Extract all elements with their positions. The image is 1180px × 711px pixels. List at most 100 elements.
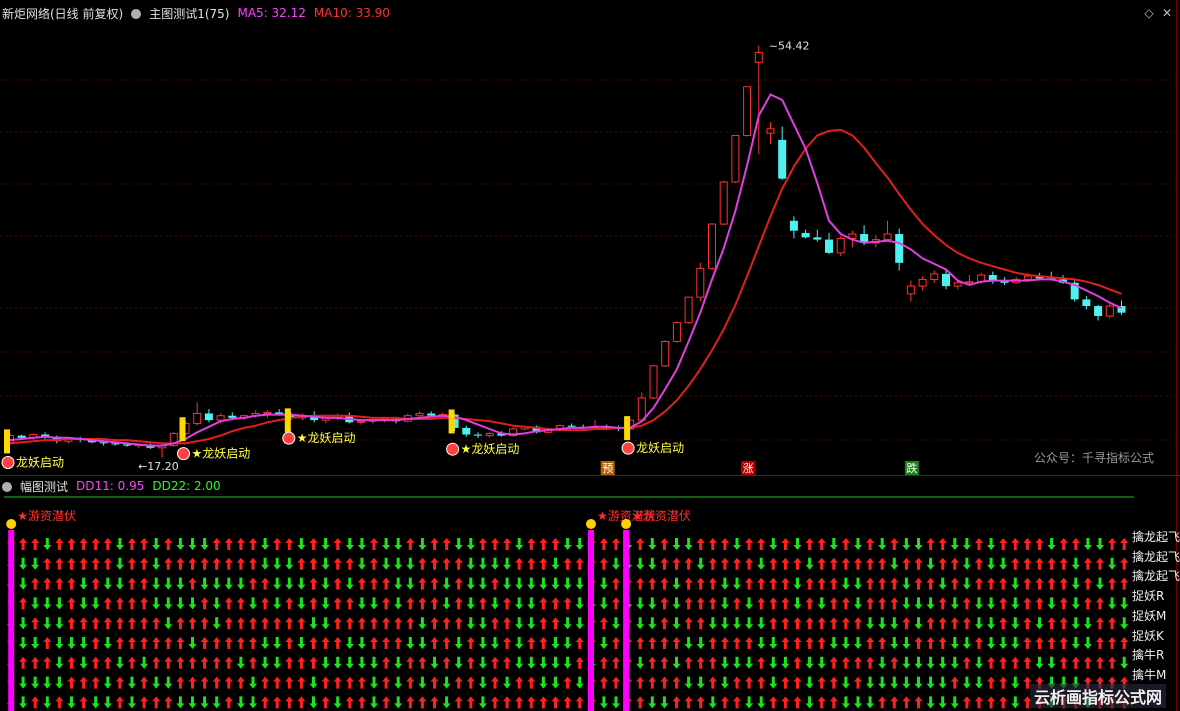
down-arrow-icon (309, 617, 318, 630)
up-arrow-icon (442, 637, 451, 649)
up-arrow-icon (1059, 637, 1068, 649)
up-arrow-icon (152, 696, 161, 709)
up-arrow-icon (406, 617, 415, 630)
up-arrow-icon (817, 617, 826, 630)
down-arrow-icon (200, 577, 209, 590)
up-arrow-icon (696, 577, 705, 590)
down-arrow-icon (841, 696, 850, 709)
up-arrow-icon (285, 597, 294, 610)
down-arrow-icon (854, 637, 862, 649)
up-arrow-icon (128, 577, 136, 590)
down-arrow-icon (926, 656, 935, 669)
down-arrow-icon (31, 637, 40, 649)
signal-label: ★龙妖启动 (192, 447, 251, 461)
indicator-name[interactable]: 主图测试1(75) (149, 5, 229, 22)
up-arrow-icon (938, 538, 947, 550)
candle-body (684, 296, 693, 324)
down-arrow-icon (478, 617, 487, 630)
candle-body (216, 415, 225, 421)
down-arrow-icon (878, 538, 887, 550)
down-arrow-icon (866, 617, 875, 630)
up-arrow-icon (212, 637, 221, 649)
up-arrow-icon (890, 656, 899, 669)
down-arrow-icon (43, 696, 52, 709)
up-arrow-icon (212, 656, 221, 669)
down-arrow-icon (67, 696, 76, 709)
up-arrow-icon (67, 617, 76, 630)
down-arrow-icon (720, 676, 729, 689)
up-arrow-icon (55, 577, 64, 590)
up-arrow-icon (176, 656, 185, 669)
down-arrow-icon (938, 676, 947, 689)
up-arrow-icon (1096, 637, 1104, 649)
settings-dot-icon[interactable] (131, 9, 142, 19)
close-icon[interactable]: ✕ (1160, 6, 1174, 20)
up-arrow-icon (1035, 637, 1044, 649)
down-arrow-icon (769, 538, 778, 550)
up-arrow-icon (1071, 656, 1080, 669)
down-arrow-icon (962, 637, 971, 649)
up-arrow-icon (781, 577, 790, 590)
sub-chart[interactable]: ★游资潜伏 ★游资潜伏★游资潜伏 (0, 492, 1180, 711)
candle-body (708, 223, 716, 269)
down-arrow-icon (454, 656, 463, 669)
up-arrow-icon (442, 557, 451, 570)
down-arrow-icon (491, 637, 499, 649)
down-arrow-icon (297, 637, 306, 649)
up-arrow-icon (430, 597, 439, 610)
down-arrow-icon (938, 656, 947, 669)
up-arrow-icon (406, 597, 415, 610)
collapse-icon[interactable]: ◇ (1142, 6, 1156, 20)
up-arrow-icon (430, 637, 439, 649)
up-arrow-icon (128, 597, 136, 610)
down-arrow-icon (551, 637, 560, 649)
down-arrow-icon (55, 656, 64, 669)
down-arrow-icon (1108, 557, 1117, 570)
row-label: 擒龙起飞 (1132, 530, 1180, 544)
down-arrow-icon (648, 597, 657, 610)
down-arrow-icon (745, 617, 754, 630)
up-arrow-icon (1023, 557, 1032, 570)
down-arrow-icon (176, 577, 185, 590)
up-arrow-icon (418, 557, 427, 570)
up-arrow-icon (914, 557, 923, 570)
up-arrow-icon (551, 597, 560, 610)
down-arrow-icon (273, 577, 282, 590)
signal-column (8, 530, 15, 711)
down-arrow-icon (309, 696, 318, 709)
up-arrow-icon (684, 557, 693, 570)
down-arrow-icon (394, 696, 403, 709)
stock-title[interactable]: 新炬网络(日线 前复权) (2, 5, 123, 22)
up-arrow-icon (962, 617, 971, 630)
up-arrow-icon (442, 617, 451, 630)
down-arrow-icon (357, 597, 366, 610)
down-arrow-icon (769, 676, 778, 689)
up-arrow-icon (176, 557, 185, 570)
up-arrow-icon (454, 597, 463, 610)
down-arrow-icon (297, 577, 306, 590)
down-arrow-icon (720, 617, 729, 630)
down-arrow-icon (878, 676, 887, 689)
down-arrow-icon (273, 597, 282, 610)
down-arrow-icon (563, 538, 572, 550)
up-arrow-icon (224, 617, 233, 630)
down-arrow-icon (515, 656, 524, 669)
up-arrow-icon (333, 597, 342, 610)
candle-body (801, 232, 810, 238)
up-arrow-icon (841, 597, 850, 610)
up-arrow-icon (249, 656, 257, 669)
up-arrow-icon (466, 676, 475, 689)
main-chart[interactable]: ~54.42←17.20龙妖启动★龙妖启动★龙妖启动★龙妖启动 龙妖启动预涨跌 (0, 24, 1180, 476)
down-arrow-icon (805, 676, 814, 689)
up-arrow-icon (745, 637, 754, 649)
up-arrow-icon (236, 676, 245, 689)
up-arrow-icon (987, 696, 996, 709)
up-arrow-icon (503, 696, 512, 709)
settings-dot-icon[interactable] (2, 482, 12, 492)
up-arrow-icon (236, 637, 245, 649)
down-arrow-icon (406, 637, 415, 649)
up-arrow-icon (999, 676, 1008, 689)
up-arrow-icon (1083, 656, 1092, 669)
up-arrow-icon (793, 557, 802, 570)
up-arrow-icon (261, 696, 270, 709)
